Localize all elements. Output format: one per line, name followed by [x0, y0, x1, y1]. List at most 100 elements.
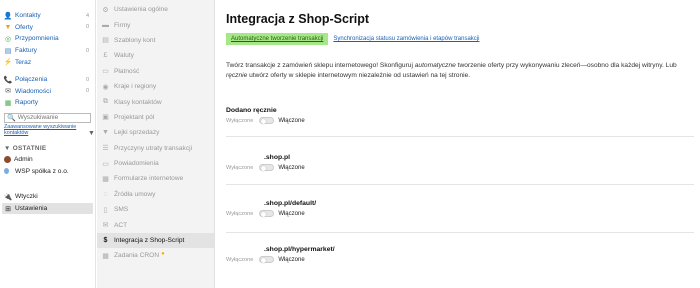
- description: Twórz transakcje z zamówień sklepu inter…: [226, 61, 686, 81]
- description-emphasis: ręcznie: [226, 72, 248, 79]
- settings-item-sources[interactable]: ◌ Źródła umowy: [97, 187, 214, 202]
- settings-item-forms[interactable]: ▦ Formularze internetowe: [97, 171, 214, 186]
- avatar: [4, 156, 11, 164]
- plugins-icon: 🔌: [3, 193, 13, 201]
- cron-icon: ▦: [102, 252, 109, 260]
- nav-item-plugins[interactable]: 🔌 Wtyczki: [0, 191, 95, 203]
- nav-item-label: Wiadomości: [15, 87, 51, 95]
- toggle-switch[interactable]: [259, 117, 275, 124]
- settings-item-label: Kraje i regiony: [114, 83, 157, 91]
- sms-icon: ▯: [103, 206, 108, 214]
- companies-icon: ▬: [102, 21, 109, 29]
- recent-header[interactable]: ▼ OSTATNIE: [4, 145, 91, 152]
- globe-icon: ◉: [102, 83, 109, 91]
- nav-item-invoices[interactable]: ▤ Faktury 0: [0, 45, 95, 57]
- settings-item-notifications[interactable]: ▭ Powiadomienia: [97, 156, 214, 171]
- off-label: Wyłączone: [226, 117, 254, 124]
- divider: [226, 136, 694, 137]
- nav-item-bolt[interactable]: ⚡ Teraz: [0, 56, 95, 68]
- funnel-icon: ▼: [102, 129, 109, 137]
- settings-item-cron[interactable]: ▦ Zadania CRON ●: [97, 248, 214, 263]
- toggle-switch[interactable]: [259, 164, 275, 171]
- recent-item-company[interactable]: WSP spółka z o.o.: [0, 166, 95, 178]
- settings-item-label: Płatność: [114, 67, 140, 75]
- settings-item-label: Klasy kontaktów: [114, 98, 162, 106]
- forms-icon: ▦: [102, 175, 109, 183]
- page-title: Integracja z Shop-Script: [226, 12, 370, 26]
- search-icon: 🔍: [7, 114, 16, 122]
- settings-item-label: Przyczyny utraty transakcji: [114, 144, 193, 152]
- storefront-group: Dodano ręcznie Wyłączone Włączone: [226, 107, 305, 124]
- description-text: tworzenie oferty przy wykonywaniu zleceń…: [455, 62, 677, 69]
- settings-item-act[interactable]: ✉ ACT: [97, 217, 214, 232]
- settings-item-label: Waluty: [114, 52, 134, 60]
- settings-sidebar: ⚙ Ustawienia ogólne ▬ Firmy ▤ Szablony kont £ W…: [97, 0, 215, 288]
- new-badge: ●: [161, 251, 165, 258]
- off-label: Wyłączone: [226, 210, 254, 217]
- nav-item-reminders[interactable]: ◎ Przypomnienia: [0, 33, 95, 45]
- notifications-icon: ▭: [102, 160, 109, 168]
- settings-item-templates[interactable]: ▤ Szablony kont: [97, 33, 214, 48]
- main-content: Integracja z Shop-Script Automatyczne tw…: [216, 0, 700, 288]
- nav-item-messages[interactable]: ✉ Wiadomości 0: [0, 86, 95, 98]
- nav-item-label: Oferty: [15, 23, 33, 31]
- nav-item-count: 4: [85, 12, 89, 19]
- off-label: Wyłączone: [226, 256, 254, 263]
- description-text: Twórz transakcje z zamówień sklepu inter…: [226, 62, 415, 69]
- nav-item-label: Połączenia: [15, 76, 48, 84]
- storefront-title: Dodano ręcznie: [226, 107, 277, 114]
- fields-icon: ▣: [102, 114, 109, 122]
- nav-item-label: Kontakty: [15, 12, 41, 20]
- advanced-search-link[interactable]: Zaawansowane wyszukiwanie kontaktów: [4, 124, 91, 137]
- search-input[interactable]: [17, 114, 88, 122]
- tab-auto-transactions[interactable]: Automatyczne tworzenie transakcji: [226, 33, 329, 45]
- settings-item-label: Lejki sprzedaży: [114, 129, 160, 137]
- storefront-group: .shop.pl/hypermarket/ Wyłączone Włączone: [226, 246, 335, 263]
- settings-item-dollar[interactable]: $ Integracja z Shop-Script: [97, 232, 214, 249]
- settings-item-funnel[interactable]: ▼ Lejki sprzedaży: [97, 125, 214, 140]
- settings-item-label: Projektant pól: [114, 113, 155, 121]
- settings-item-classes[interactable]: ⧉ Klasy kontaktów: [97, 94, 214, 109]
- settings-item-fields[interactable]: ▣ Projektant pól: [97, 110, 214, 125]
- nav-item-label: Ustawienia: [15, 205, 48, 213]
- recent-item-admin[interactable]: Admin: [0, 154, 95, 166]
- list-icon: ☰: [102, 145, 109, 153]
- nav-item-label: Teraz: [15, 58, 32, 66]
- settings-item-label: Zadania CRON: [114, 252, 160, 260]
- settings-item-gear[interactable]: ⚙ Ustawienia ogólne: [97, 2, 214, 17]
- search-box[interactable]: 🔍: [4, 112, 91, 123]
- offers-icon: ▼: [4, 23, 12, 31]
- nav-item-label: Wtyczki: [15, 193, 38, 201]
- settings-item-sms[interactable]: ▯ SMS: [97, 202, 214, 217]
- settings-item-globe[interactable]: ◉ Kraje i regiony: [97, 79, 214, 94]
- dollar-icon: $: [103, 237, 108, 245]
- storefront-title: .shop.pl/default/: [264, 200, 317, 207]
- recent-item-label: Admin: [14, 156, 33, 164]
- settings-item-label: ACT: [114, 221, 128, 229]
- toggle-switch[interactable]: [259, 210, 275, 217]
- on-label: Włączone: [278, 164, 305, 171]
- nav-item-count: 0: [85, 76, 89, 83]
- nav-item-label: Przypomnienia: [15, 35, 59, 43]
- app-sidebar: 👤 Kontakty 4 ▼ Oferty 0 ◎ Przypomnienia ▤ Faktury…: [0, 0, 96, 288]
- settings-item-list[interactable]: ☰ Przyczyny utraty transakcji: [97, 141, 214, 156]
- nav-item-contacts[interactable]: 👤 Kontakty 4: [0, 10, 95, 22]
- settings-item-companies[interactable]: ▬ Firmy: [97, 17, 214, 32]
- nav-item-reports[interactable]: ▦ Raporty: [0, 97, 95, 109]
- storefront-group: .shop.pl Wyłączone Włączone: [226, 154, 305, 171]
- settings-item-label: Ustawienia ogólne: [114, 6, 168, 14]
- settings-item-label: Źródła umowy: [114, 190, 156, 198]
- description-emphasis: automatyczne: [414, 62, 456, 69]
- toggle-switch[interactable]: [259, 256, 275, 263]
- settings-icon: ⊞: [5, 205, 11, 213]
- invoices-icon: ▤: [4, 47, 12, 55]
- settings-item-payment[interactable]: ▭ Płatność: [97, 64, 214, 79]
- nav-item-settings[interactable]: ⊞ Ustawienia: [2, 202, 93, 215]
- settings-item-currency[interactable]: £ Waluty: [97, 48, 214, 63]
- filter-icon[interactable]: ▼: [88, 130, 95, 137]
- nav-item-calls[interactable]: 📞 Połączenia 0: [0, 74, 95, 86]
- tabs: Automatyczne tworzenie transakcji Synchr…: [226, 33, 484, 45]
- on-label: Włączone: [278, 256, 305, 263]
- nav-item-offers[interactable]: ▼ Oferty 0: [0, 22, 95, 34]
- tab-status-sync[interactable]: Synchronizacja statusu zamówienia i etap…: [328, 33, 484, 45]
